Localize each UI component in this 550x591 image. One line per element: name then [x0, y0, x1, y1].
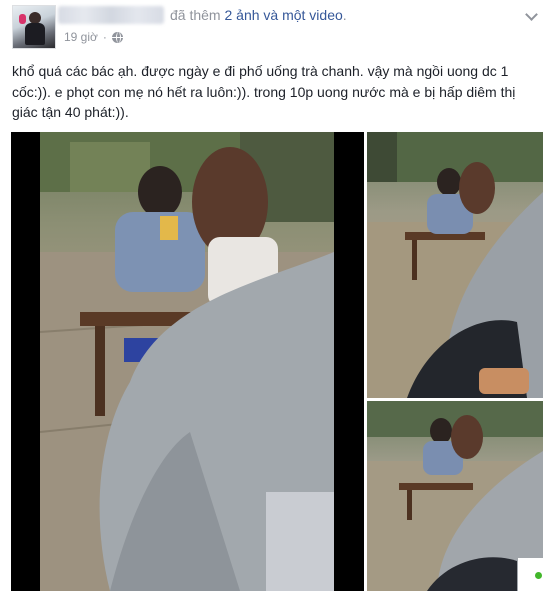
post-video[interactable] — [11, 132, 364, 591]
photo-1-scene — [367, 132, 543, 398]
video-scene — [40, 132, 334, 591]
author-name-redacted[interactable] — [58, 6, 164, 24]
post-meta: 19 giờ · — [64, 30, 123, 44]
video-frame — [40, 132, 334, 591]
headline-prefix: đã thêm — [170, 7, 225, 23]
feed-post: đã thêm 2 ảnh và một video. 19 giờ · khổ… — [0, 0, 550, 591]
chevron-down-icon[interactable] — [525, 8, 538, 21]
headline-suffix: . — [342, 7, 347, 23]
photo-2-scene — [367, 401, 543, 591]
online-status-dot — [535, 572, 542, 579]
post-headline: đã thêm 2 ảnh và một video. — [170, 7, 347, 23]
media-count-link[interactable]: 2 ảnh và một video — [224, 7, 342, 23]
post-timestamp[interactable]: 19 giờ — [64, 30, 98, 44]
author-avatar[interactable] — [12, 5, 56, 49]
post-photo-1[interactable] — [367, 132, 543, 398]
globe-icon[interactable] — [111, 31, 123, 43]
post-photo-2[interactable] — [367, 401, 543, 591]
post-body-text: khổ quá các bác ạh. được ngày e đi phố u… — [12, 63, 516, 120]
